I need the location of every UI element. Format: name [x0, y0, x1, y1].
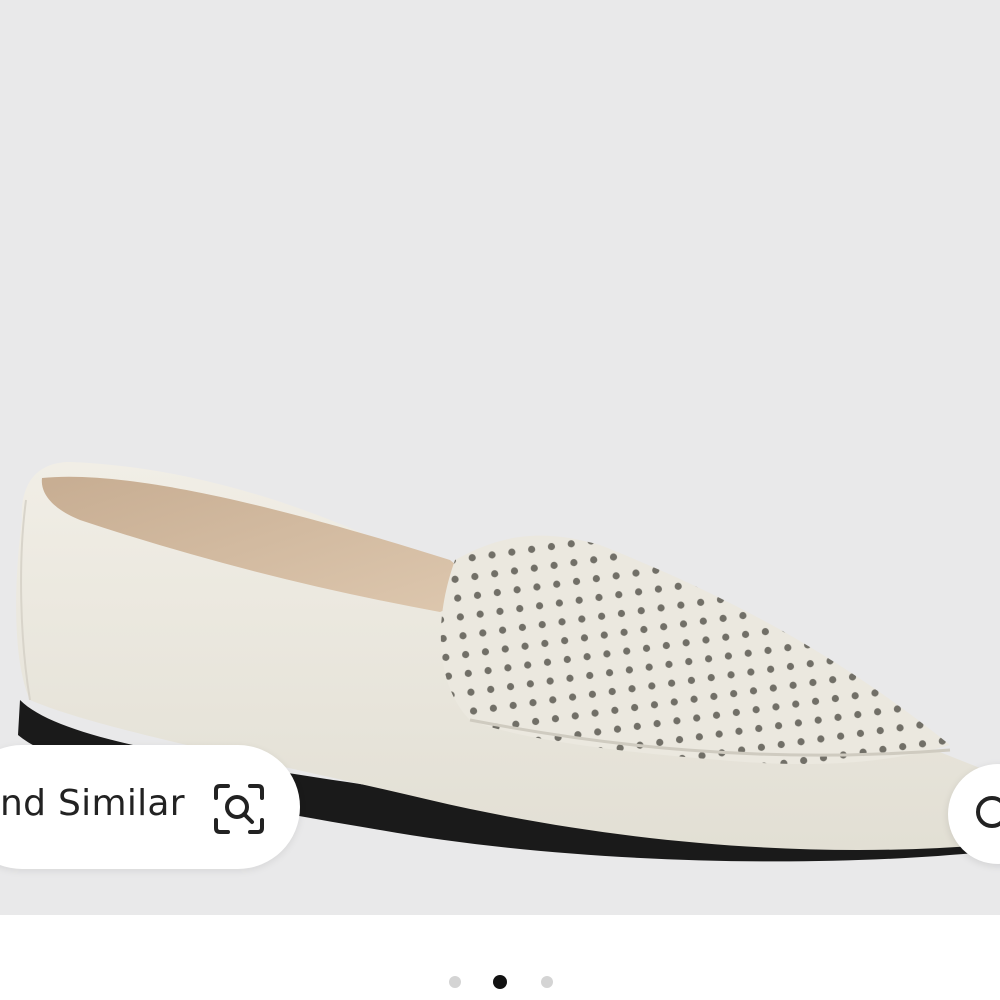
- carousel-dot-1[interactable]: [449, 976, 461, 988]
- scan-search-icon: [212, 782, 266, 836]
- carousel-dot-2[interactable]: [493, 975, 507, 989]
- carousel-dot-3[interactable]: [541, 976, 553, 988]
- carousel-indicator: [0, 970, 1000, 994]
- search-icon: [976, 796, 1000, 828]
- find-similar-button[interactable]: nd Similar: [0, 745, 300, 869]
- find-similar-label: nd Similar: [0, 783, 185, 824]
